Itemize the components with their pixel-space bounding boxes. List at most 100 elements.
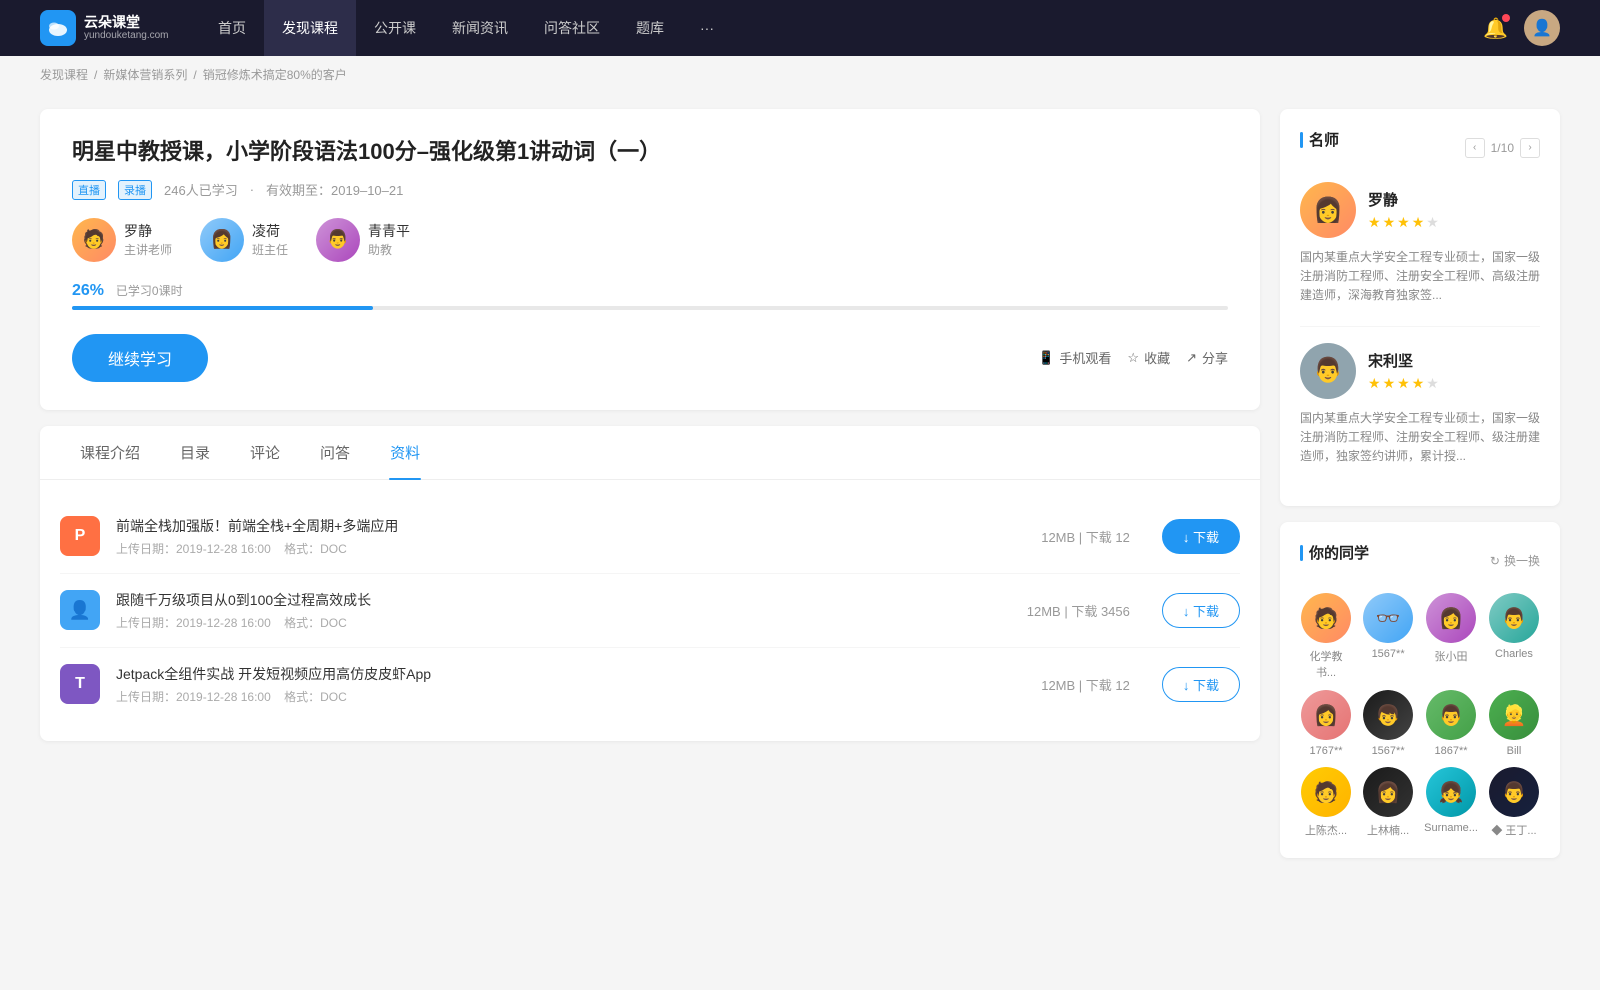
classmate-7-name: 1867** (1435, 745, 1468, 757)
teachers-sidebar-card: 名师 ‹ 1/10 › 👩 罗静 ★ ★ (1280, 109, 1560, 506)
classmate-1-name: 化学教书... (1300, 648, 1352, 680)
file-info-3: Jetpack全组件实战 开发短视频应用高仿皮皮虾App 上传日期：2019-1… (116, 664, 1025, 705)
nav-item-discover[interactable]: 发现课程 (264, 0, 356, 56)
file-stats-1: 12MB | 下载 12 (1041, 527, 1130, 546)
classmates-header: 你的同学 ↻ 换一换 (1300, 542, 1540, 579)
navbar: 云朵课堂 yundouketang.com 首页 发现课程 公开课 新闻资讯 问… (0, 0, 1600, 56)
teacher-3-role: 助教 (368, 241, 410, 258)
classmate-8-avatar[interactable]: 👱 (1489, 690, 1539, 740)
breadcrumb-item-discover[interactable]: 发现课程 (40, 66, 88, 83)
bell-icon[interactable]: 🔔 (1483, 16, 1508, 41)
star4: ★ (1412, 214, 1425, 231)
file-info-1: 前端全栈加强版！前端全栈+全周期+多端应用 上传日期：2019-12-28 16… (116, 516, 1025, 557)
star1: ★ (1368, 214, 1381, 231)
teacher-1-name: 罗静 (124, 221, 172, 241)
tab-materials[interactable]: 资料 (370, 426, 440, 479)
download-button-2[interactable]: ↓ 下载 (1162, 593, 1240, 628)
nav-item-home[interactable]: 首页 (200, 0, 264, 56)
tab-catalog[interactable]: 目录 (160, 426, 230, 479)
classmate-9: 🧑 上陈杰... (1300, 767, 1352, 838)
teacher-1-info: 罗静 主讲老师 (124, 221, 172, 258)
refresh-classmates-btn[interactable]: ↻ 换一换 (1490, 552, 1540, 569)
progress-bar-fill (72, 306, 373, 310)
breadcrumb-sep2: / (193, 68, 196, 82)
sidebar-teacher-1-desc: 国内某重点大学安全工程专业硕士，国家一级注册消防工程师、注册安全工程师、高级注册… (1300, 248, 1540, 306)
nav-item-news[interactable]: 新闻资讯 (434, 0, 526, 56)
classmate-3-avatar[interactable]: 👩 (1426, 593, 1476, 643)
classmate-1-avatar[interactable]: 🧑 (1301, 593, 1351, 643)
classmate-10-avatar[interactable]: 👩 (1363, 767, 1413, 817)
collect-button[interactable]: ☆ 收藏 (1127, 348, 1170, 367)
classmate-6-avatar[interactable]: 👦 (1363, 690, 1413, 740)
content-area: 明星中教授课，小学阶段语法100分–强化级第1讲动词（一） 直播 录播 246人… (40, 109, 1260, 874)
classmate-6: 👦 1567** (1362, 690, 1414, 757)
classmate-9-avatar[interactable]: 🧑 (1301, 767, 1351, 817)
classmate-12: 👨 ◆ 王丁... (1488, 767, 1540, 838)
tabs-nav: 课程介绍 目录 评论 问答 资料 (40, 426, 1260, 480)
file-item-3: T Jetpack全组件实战 开发短视频应用高仿皮皮虾App 上传日期：2019… (60, 648, 1240, 721)
mobile-view-button[interactable]: 📱 手机观看 (1038, 348, 1111, 367)
course-expiry: · (250, 182, 254, 197)
breadcrumb-item-series[interactable]: 新媒体营销系列 (103, 66, 187, 83)
star2: ★ (1383, 375, 1396, 392)
tab-review[interactable]: 评论 (230, 426, 300, 479)
file-info-2: 跟随千万级项目从0到100全过程高效成长 上传日期：2019-12-28 16:… (116, 590, 1011, 631)
classmate-2: 👓 1567** (1362, 593, 1414, 680)
continue-button[interactable]: 继续学习 (72, 334, 208, 382)
star5: ★ (1426, 214, 1439, 231)
file-stats-2: 12MB | 下载 3456 (1027, 601, 1130, 620)
download-button-1[interactable]: ↓ 下载 (1162, 519, 1240, 554)
logo[interactable]: 云朵课堂 yundouketang.com (40, 10, 180, 46)
nav-item-more[interactable]: ··· (682, 0, 732, 56)
file-icon-1: P (60, 516, 100, 556)
teacher-2-name: 凌荷 (252, 221, 288, 241)
teacher-1: 🧑 罗静 主讲老师 (72, 218, 172, 262)
teachers-sidebar-title: 名师 (1300, 129, 1339, 150)
star3: ★ (1397, 375, 1410, 392)
sidebar-teacher-1-name: 罗静 (1368, 189, 1439, 210)
sidebar-teacher-2-meta: 宋利坚 ★ ★ ★ ★ ★ (1368, 350, 1439, 392)
share-button[interactable]: ↗ 分享 (1186, 348, 1228, 367)
tab-intro[interactable]: 课程介绍 (60, 426, 160, 479)
sidebar-teacher-2-stars: ★ ★ ★ ★ ★ (1368, 375, 1439, 392)
badge-record: 录播 (118, 180, 152, 200)
prev-teacher-btn[interactable]: ‹ (1465, 138, 1485, 158)
classmate-3: 👩 张小田 (1424, 593, 1478, 680)
tab-content-materials: P 前端全栈加强版！前端全栈+全周期+多端应用 上传日期：2019-12-28 … (40, 480, 1260, 741)
classmate-11-avatar[interactable]: 👧 (1426, 767, 1476, 817)
classmate-12-name: ◆ 王丁... (1491, 822, 1536, 838)
star5: ★ (1426, 375, 1439, 392)
file-meta-3: 上传日期：2019-12-28 16:00 格式：DOC (116, 688, 1025, 705)
classmate-4-name: Charles (1495, 648, 1533, 660)
file-meta-2: 上传日期：2019-12-28 16:00 格式：DOC (116, 614, 1011, 631)
next-teacher-btn[interactable]: › (1520, 138, 1540, 158)
nav-item-quiz[interactable]: 题库 (618, 0, 682, 56)
teacher-3: 👨 青青平 助教 (316, 218, 410, 262)
download-button-3[interactable]: ↓ 下载 (1162, 667, 1240, 702)
classmate-12-avatar[interactable]: 👨 (1489, 767, 1539, 817)
sidebar-teacher-1-top: 👩 罗静 ★ ★ ★ ★ ★ (1300, 182, 1540, 238)
classmate-5-avatar[interactable]: 👩 (1301, 690, 1351, 740)
nav-item-public[interactable]: 公开课 (356, 0, 434, 56)
nav-items: 首页 发现课程 公开课 新闻资讯 问答社区 题库 ··· (200, 0, 1483, 56)
sidebar-teacher-1: 👩 罗静 ★ ★ ★ ★ ★ 国内某重点大学安全工程专业硕士，国家一级注册消防工… (1300, 182, 1540, 306)
teachers-divider (1300, 326, 1540, 327)
classmate-7-avatar[interactable]: 👨 (1426, 690, 1476, 740)
nav-item-qa[interactable]: 问答社区 (526, 0, 618, 56)
teacher-3-avatar: 👨 (316, 218, 360, 262)
teacher-2-avatar: 👩 (200, 218, 244, 262)
teacher-3-name: 青青平 (368, 221, 410, 241)
progress-percent: 26% (72, 282, 104, 299)
sidebar-teacher-2-name: 宋利坚 (1368, 350, 1439, 371)
nav-right: 🔔 👤 (1483, 10, 1560, 46)
tab-qa[interactable]: 问答 (300, 426, 370, 479)
classmate-2-avatar[interactable]: 👓 (1363, 593, 1413, 643)
classmate-4-avatar[interactable]: 👨 (1489, 593, 1539, 643)
action-buttons: 📱 手机观看 ☆ 收藏 ↗ 分享 (1038, 348, 1228, 367)
sidebar-teacher-2: 👨 宋利坚 ★ ★ ★ ★ ★ 国内某重点大学安全工程专业硕士，国家一级注册消防… (1300, 343, 1540, 467)
sidebar-teacher-1-stars: ★ ★ ★ ★ ★ (1368, 214, 1439, 231)
sidebar-teacher-1-meta: 罗静 ★ ★ ★ ★ ★ (1368, 189, 1439, 231)
user-avatar[interactable]: 👤 (1524, 10, 1560, 46)
sidebar-teacher-1-avatar: 👩 (1300, 182, 1356, 238)
refresh-icon: ↻ (1490, 554, 1500, 568)
